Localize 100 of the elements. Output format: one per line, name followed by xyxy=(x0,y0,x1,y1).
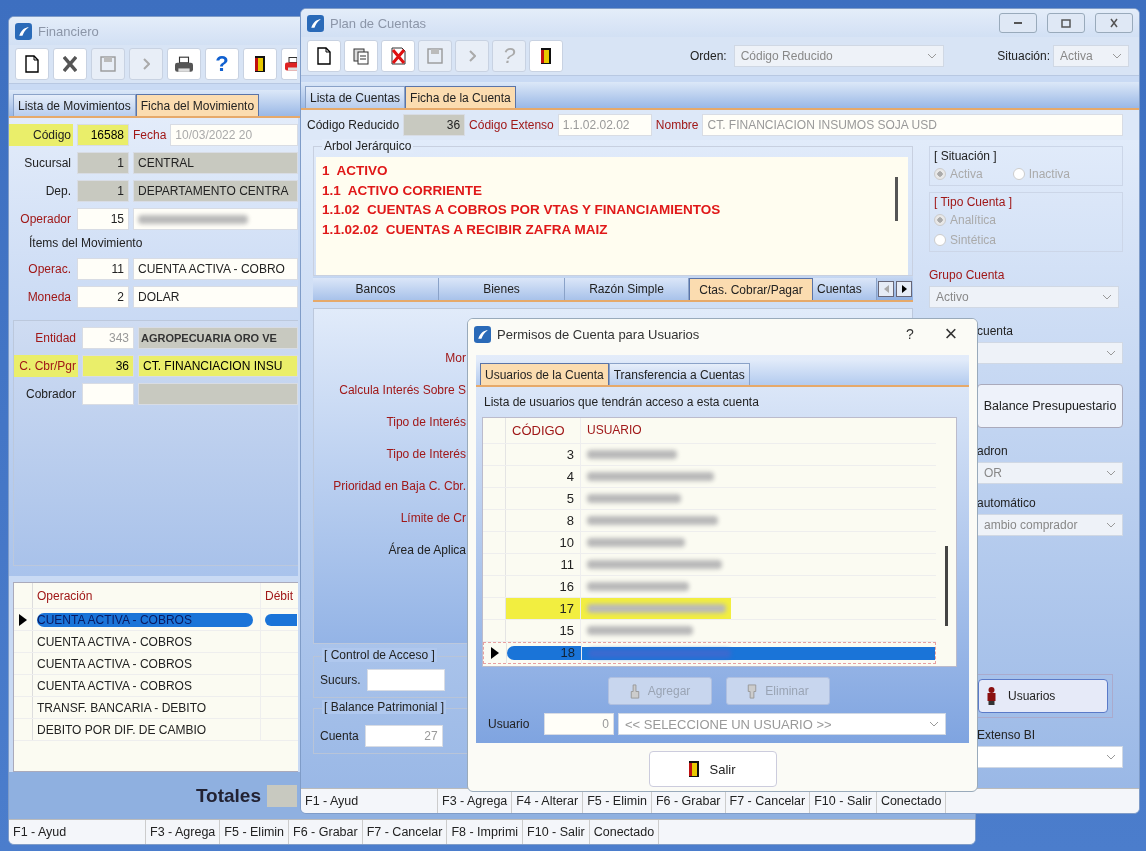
print-button[interactable] xyxy=(281,48,297,80)
field-label: Código xyxy=(9,124,73,146)
exit-button[interactable]: Salir xyxy=(648,751,777,787)
group-title: [ Balance Patrimonial ] xyxy=(322,700,447,714)
table-cell[interactable]: 11 xyxy=(506,554,580,575)
floppy-icon xyxy=(427,48,443,64)
scroll-left-button[interactable] xyxy=(878,281,894,297)
code-field[interactable]: 1 xyxy=(77,180,129,202)
close-button[interactable]: × xyxy=(931,321,971,347)
scrollbar[interactable] xyxy=(895,177,898,221)
tab[interactable]: Ficha del Movimiento xyxy=(135,94,260,116)
tab[interactable]: Lista de Movimientos xyxy=(13,94,136,116)
table-cell[interactable]: 10 xyxy=(506,532,580,553)
exit-button[interactable] xyxy=(243,48,277,80)
close-button[interactable] xyxy=(1095,13,1133,33)
name-field[interactable] xyxy=(133,208,298,230)
table-cell[interactable]: 3 xyxy=(506,444,580,465)
selection-bar xyxy=(265,613,297,626)
name-field[interactable]: CUENTA ACTIVA - COBRO xyxy=(133,258,298,280)
table-cell[interactable]: 4 xyxy=(506,466,580,487)
scrollbar[interactable] xyxy=(945,546,948,626)
name-field[interactable]: CENTRAL xyxy=(133,152,298,174)
left-arrow-icon xyxy=(883,285,889,293)
code-field[interactable]: 36 xyxy=(403,114,466,136)
table-cell[interactable]: DEBITO POR DIF. DE CAMBIO xyxy=(37,722,211,737)
tree-item[interactable]: 1 ACTIVO xyxy=(322,163,388,178)
copy-button[interactable] xyxy=(344,40,378,72)
user-figure-icon xyxy=(987,687,996,705)
budget-button[interactable]: Balance Presupuestario xyxy=(977,384,1123,428)
close-icon xyxy=(1110,18,1118,28)
delete-icon xyxy=(390,47,406,65)
tab[interactable]: Bancos xyxy=(313,278,439,300)
print-button[interactable] xyxy=(167,48,201,80)
help-button[interactable]: ? xyxy=(205,48,239,80)
delete-button[interactable] xyxy=(381,40,415,72)
group-title: [ Situación ] xyxy=(934,149,997,163)
x-icon xyxy=(63,56,77,72)
name-field[interactable]: CT. FINANCIACION INSU xyxy=(138,355,298,377)
code-field[interactable]: 16588 xyxy=(77,124,129,146)
name-field[interactable]: DEPARTAMENTO CENTRA xyxy=(133,180,298,202)
help-button[interactable]: ? xyxy=(895,326,925,342)
field-label: Extenso BI xyxy=(977,728,1036,742)
right-arrow-icon xyxy=(901,285,907,293)
column-header: Operación xyxy=(33,583,261,608)
tab[interactable]: Ctas. Cobrar/Pagar xyxy=(689,278,813,300)
tree-item[interactable]: 1.1.02.02 CUENTAS A RECIBIR ZAFRA MAIZ xyxy=(322,221,608,237)
floppy-icon xyxy=(100,56,116,72)
total-field xyxy=(267,784,297,807)
new-button[interactable] xyxy=(15,48,49,80)
field-label: adron xyxy=(977,444,1008,458)
field-label: Dep. xyxy=(44,183,72,200)
field-label: Tipo de Interés xyxy=(386,446,466,463)
table-cell[interactable]: CUENTA ACTIVA - COBROS xyxy=(37,678,196,693)
group-title: [ Control de Acceso ] xyxy=(322,648,437,662)
code-field[interactable] xyxy=(82,383,134,405)
name-field[interactable]: DOLAR xyxy=(133,286,298,308)
tab[interactable]: Ficha de la Cuenta xyxy=(405,86,516,108)
minimize-button[interactable] xyxy=(999,13,1037,33)
table-cell[interactable]: TRANSF. BANCARIA - DEBITO xyxy=(37,700,211,715)
new-button[interactable] xyxy=(307,40,341,72)
users-button[interactable]: Usuarios xyxy=(978,679,1108,713)
status-item: Conectado xyxy=(589,820,660,844)
code-field[interactable]: 2 xyxy=(77,286,129,308)
column-header: USUARIO xyxy=(580,418,936,443)
scroll-right-button[interactable] xyxy=(896,281,912,297)
field-label: Sucursal xyxy=(23,155,72,172)
tree-item[interactable]: 1.1.02 CUENTAS A COBROS POR VTAS Y FINANCIAMIENTOS xyxy=(322,202,721,217)
branch-field[interactable] xyxy=(366,669,445,691)
table-cell[interactable]: 5 xyxy=(506,488,580,509)
name-field[interactable] xyxy=(138,383,298,405)
chevron-icon xyxy=(1106,754,1116,760)
code-field[interactable]: 11 xyxy=(77,258,129,280)
name-field[interactable]: AGROPECUARIA ORO VE xyxy=(138,327,298,349)
tab[interactable]: Cuentas xyxy=(813,278,877,300)
chevron-icon xyxy=(1102,294,1112,300)
field-label: Fecha xyxy=(133,128,167,142)
table-cell[interactable]: CUENTA ACTIVA - COBROS xyxy=(37,656,196,671)
table-cell[interactable]: 18 xyxy=(507,646,581,660)
table-cell[interactable]: 15 xyxy=(506,620,580,641)
tab[interactable]: Lista de Cuentas xyxy=(305,86,406,108)
table-cell[interactable]: CUENTA ACTIVA - COBROS xyxy=(37,634,196,649)
tree-item[interactable]: 1.1 ACTIVO CORRIENTE xyxy=(322,182,483,198)
app-icon xyxy=(307,14,324,32)
table-cell[interactable]: 8 xyxy=(506,510,580,531)
field-label: Código Reducido xyxy=(307,118,400,132)
code-field[interactable]: 36 xyxy=(82,355,134,377)
code-field[interactable]: 1 xyxy=(77,152,129,174)
tab[interactable]: Razón Simple xyxy=(565,278,689,300)
chevron-icon xyxy=(929,721,939,727)
table-cell[interactable]: 16 xyxy=(506,576,580,597)
tab[interactable]: Bienes xyxy=(439,278,565,300)
code-field[interactable]: 15 xyxy=(77,208,129,230)
delete-button[interactable] xyxy=(53,48,87,80)
maximize-button[interactable] xyxy=(1047,13,1085,33)
exit-button[interactable] xyxy=(529,40,563,72)
door-icon xyxy=(689,761,700,777)
table-cell[interactable]: 17 xyxy=(506,598,580,619)
tab[interactable]: Transferencia a Cuentas xyxy=(608,363,750,385)
tab[interactable]: Usuarios de la Cuenta xyxy=(480,363,609,385)
status-item: F5 - Elimin xyxy=(220,820,290,844)
